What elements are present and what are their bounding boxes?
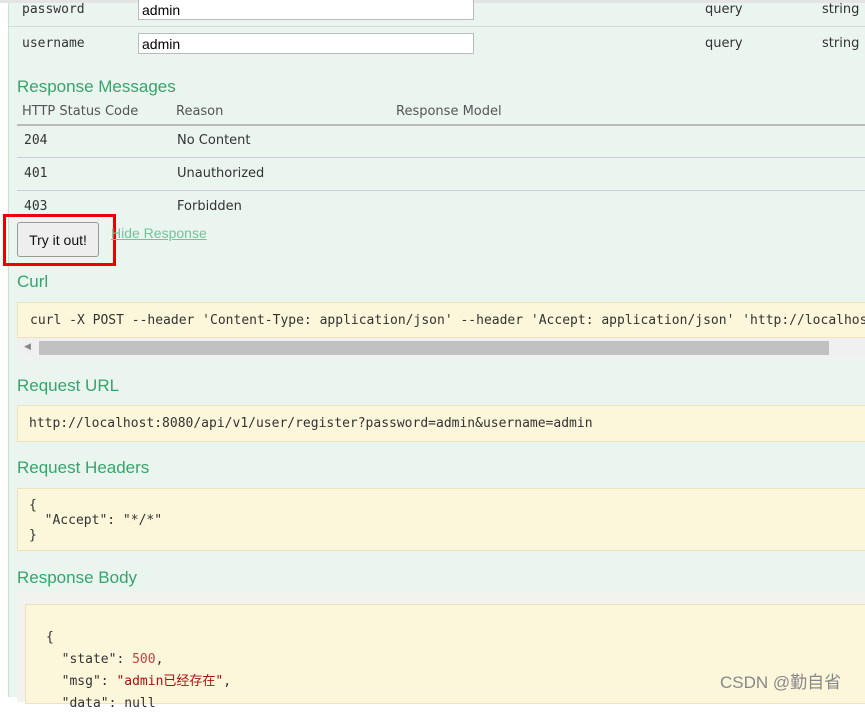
param-row-username: username query string [8, 28, 865, 61]
scroll-left-icon[interactable]: ◀ [24, 342, 31, 352]
hide-response-link[interactable]: Hide Response [111, 225, 207, 241]
divider [17, 124, 865, 126]
json-line: "data": null [46, 696, 156, 711]
divider [17, 157, 865, 158]
json-key: "msg": [46, 674, 117, 689]
param-type: query [705, 2, 743, 17]
curl-heading: Curl [17, 272, 49, 291]
json-line: { [46, 630, 54, 645]
password-input[interactable] [138, 0, 474, 20]
request-url-value: http://localhost:8080/api/v1/user/regist… [17, 405, 865, 442]
reason: Unauthorized [177, 166, 265, 181]
data-type: string [822, 2, 860, 17]
param-type: query [705, 36, 743, 51]
status-code: 403 [24, 199, 48, 214]
reason: Forbidden [177, 199, 242, 214]
param-name: password [22, 2, 85, 17]
col-reason: Reason [176, 104, 224, 119]
scrollbar-thumb[interactable] [39, 341, 829, 355]
status-code: 204 [24, 133, 48, 148]
request-url-heading: Request URL [17, 376, 120, 395]
json-value: 500 [132, 652, 156, 667]
request-headers-heading: Request Headers [17, 458, 150, 477]
json-key: "state": [46, 652, 133, 667]
data-type: string [822, 36, 860, 51]
highlight-box [3, 214, 116, 266]
status-code: 401 [24, 166, 48, 181]
horizontal-scrollbar[interactable]: ◀ [17, 338, 865, 358]
divider [17, 190, 865, 191]
curl-command: curl -X POST --header 'Content-Type: app… [17, 302, 865, 338]
col-response-model: Response Model [396, 104, 502, 119]
json-value: "admin已经存在" [116, 674, 224, 689]
col-status-code: HTTP Status Code [22, 104, 139, 119]
param-name: username [22, 36, 85, 51]
response-body-heading: Response Body [17, 568, 138, 587]
watermark: CSDN @勤自省 [720, 673, 842, 692]
username-input[interactable] [138, 33, 474, 54]
reason: No Content [177, 133, 251, 148]
response-messages-heading: Response Messages [17, 77, 176, 96]
param-row-password: password query string [8, 0, 865, 27]
request-headers-value: { "Accept": "*/*" } [17, 488, 865, 551]
